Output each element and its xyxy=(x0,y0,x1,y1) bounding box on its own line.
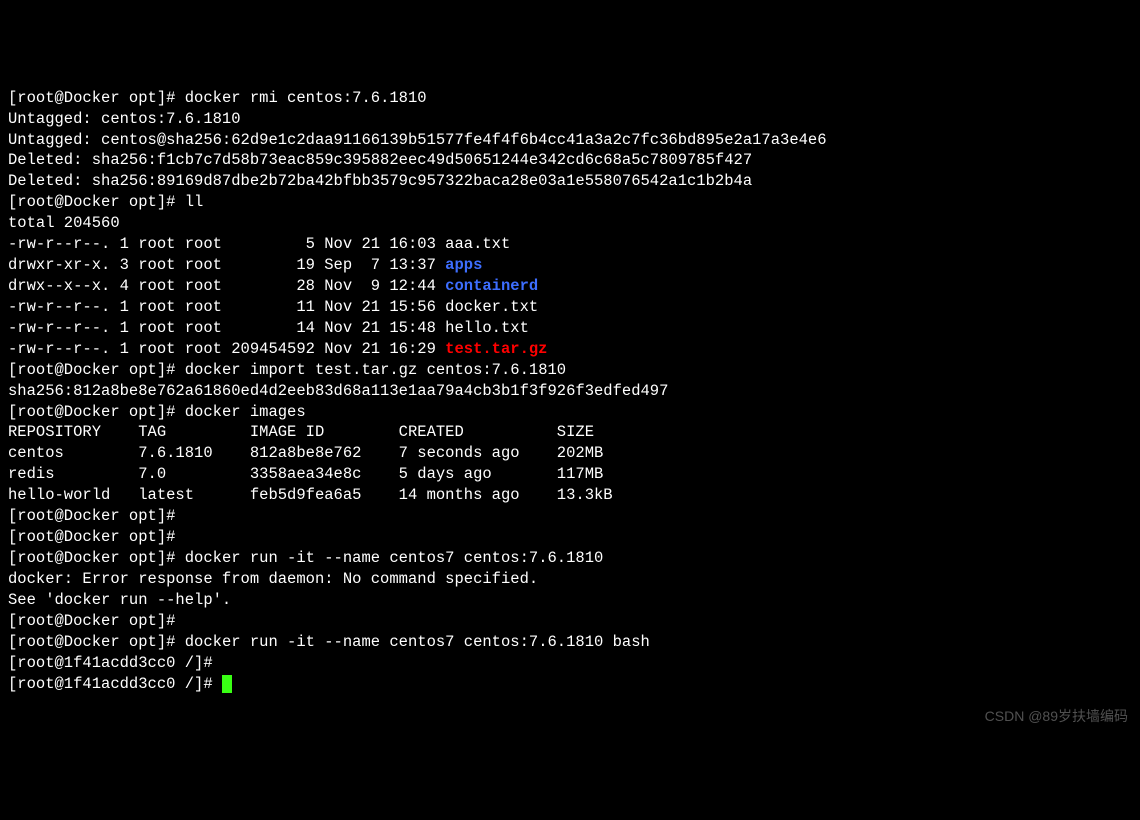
deleted-line: Deleted: sha256:89169d87dbe2b72ba42bfbb3… xyxy=(8,171,1132,192)
file-name: aaa.txt xyxy=(445,235,510,253)
images-row: redis 7.0 3358aea34e8c 5 days ago 117MB xyxy=(8,464,1132,485)
csdn-watermark: CSDN @89岁扶墙编码 xyxy=(985,707,1128,726)
prompt-line: [root@Docker opt]# ll xyxy=(8,192,1132,213)
shell-prompt: [root@Docker opt]# xyxy=(8,528,185,546)
shell-prompt: [root@Docker opt]# xyxy=(8,507,185,525)
file-name: docker.txt xyxy=(445,298,538,316)
prompt-line: [root@Docker opt]# docker rmi centos:7.6… xyxy=(8,88,1132,109)
command-text: docker images xyxy=(185,403,306,421)
prompt-line: [root@Docker opt]# xyxy=(8,527,1132,548)
file-name: test.tar.gz xyxy=(445,340,547,358)
error-line: docker: Error response from daemon: No c… xyxy=(8,569,1132,590)
ll-row: -rw-r--r--. 1 root root 14 Nov 21 15:48 … xyxy=(8,318,1132,339)
shell-prompt: [root@Docker opt]# xyxy=(8,612,185,630)
images-row: hello-world latest feb5d9fea6a5 14 month… xyxy=(8,485,1132,506)
command-text: docker run -it --name centos7 centos:7.6… xyxy=(185,549,604,567)
untagged-line: Untagged: centos@sha256:62d9e1c2daa91166… xyxy=(8,130,1132,151)
file-name: hello.txt xyxy=(445,319,529,337)
ll-row: drwx--x--x. 4 root root 28 Nov 9 12:44 c… xyxy=(8,276,1132,297)
command-text: docker run -it --name centos7 centos:7.6… xyxy=(185,633,650,651)
shell-prompt: [root@1f41acdd3cc0 /]# xyxy=(8,675,222,693)
prompt-line: [root@Docker opt]# docker run -it --name… xyxy=(8,632,1132,653)
shell-prompt: [root@Docker opt]# xyxy=(8,193,185,211)
error-line: See 'docker run --help'. xyxy=(8,590,1132,611)
deleted-line: Deleted: sha256:f1cb7c7d58b73eac859c3958… xyxy=(8,150,1132,171)
command-text: docker rmi centos:7.6.1810 xyxy=(185,89,427,107)
ll-row: -rw-r--r--. 1 root root 209454592 Nov 21… xyxy=(8,339,1132,360)
shell-prompt: [root@Docker opt]# xyxy=(8,549,185,567)
images-row: centos 7.6.1810 812a8be8e762 7 seconds a… xyxy=(8,443,1132,464)
ll-row: drwxr-xr-x. 3 root root 19 Sep 7 13:37 a… xyxy=(8,255,1132,276)
prompt-line: [root@Docker opt]# docker run -it --name… xyxy=(8,548,1132,569)
prompt-line: [root@1f41acdd3cc0 /]# xyxy=(8,674,1132,695)
prompt-line: [root@Docker opt]# xyxy=(8,506,1132,527)
shell-prompt: [root@Docker opt]# xyxy=(8,361,185,379)
command-text: docker import test.tar.gz centos:7.6.181… xyxy=(185,361,566,379)
cursor[interactable] xyxy=(222,675,232,693)
ll-row: -rw-r--r--. 1 root root 11 Nov 21 15:56 … xyxy=(8,297,1132,318)
shell-prompt: [root@1f41acdd3cc0 /]# xyxy=(8,654,222,672)
terminal-output[interactable]: [root@Docker opt]# docker rmi centos:7.6… xyxy=(8,88,1132,695)
prompt-line: [root@Docker opt]# xyxy=(8,611,1132,632)
import-sha: sha256:812a8be8e762a61860ed4d2eeb83d68a1… xyxy=(8,381,1132,402)
shell-prompt: [root@Docker opt]# xyxy=(8,403,185,421)
untagged-line: Untagged: centos:7.6.1810 xyxy=(8,109,1132,130)
file-name: apps xyxy=(445,256,482,274)
shell-prompt: [root@Docker opt]# xyxy=(8,633,185,651)
prompt-line: [root@Docker opt]# docker import test.ta… xyxy=(8,360,1132,381)
file-name: containerd xyxy=(445,277,538,295)
prompt-line: [root@1f41acdd3cc0 /]# xyxy=(8,653,1132,674)
ll-total: total 204560 xyxy=(8,213,1132,234)
ll-row: -rw-r--r--. 1 root root 5 Nov 21 16:03 a… xyxy=(8,234,1132,255)
command-text: ll xyxy=(185,193,204,211)
shell-prompt: [root@Docker opt]# xyxy=(8,89,185,107)
prompt-line: [root@Docker opt]# docker images xyxy=(8,402,1132,423)
images-header: REPOSITORY TAG IMAGE ID CREATED SIZE xyxy=(8,422,1132,443)
